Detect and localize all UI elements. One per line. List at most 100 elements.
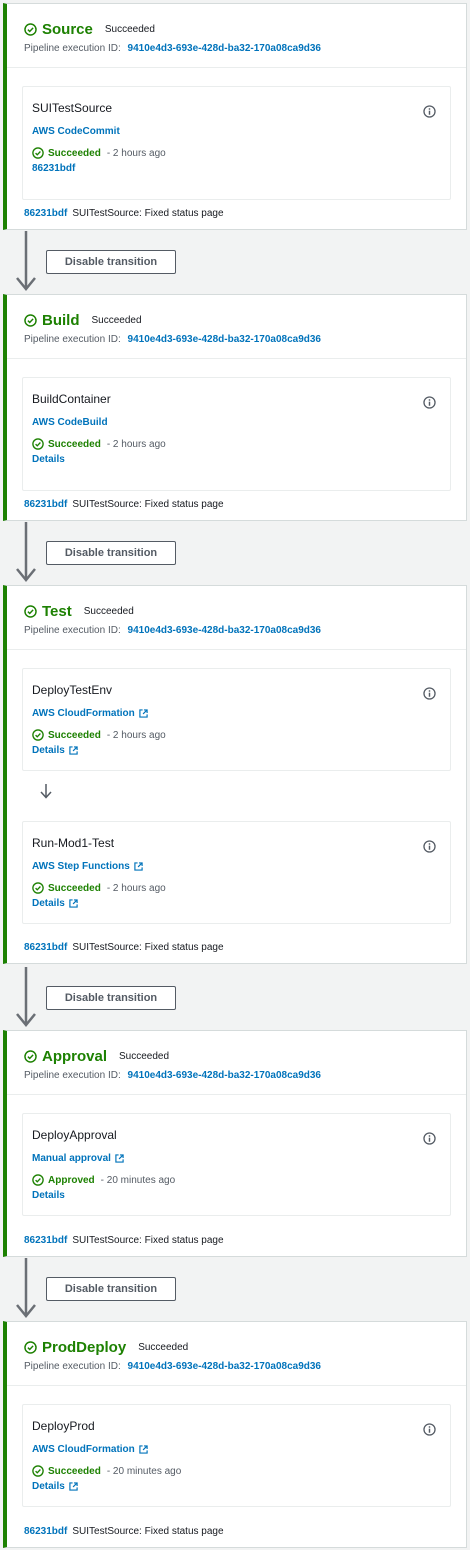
details-link[interactable]: Details <box>32 454 65 465</box>
stage-header: Source Succeeded Pipeline execution ID: … <box>7 4 466 68</box>
commit-id-link[interactable]: 86231bdf <box>24 208 67 219</box>
transition: Disable transition <box>8 231 468 291</box>
action-card: DeployProd AWS CloudFormation Succeeded … <box>22 1404 451 1507</box>
external-link-icon <box>115 1154 124 1163</box>
stage-status: Succeeded <box>119 1050 170 1062</box>
commit-message: SUITestSource: Fixed status page <box>72 942 224 953</box>
info-icon[interactable] <box>423 396 436 409</box>
action-provider-link[interactable]: AWS CloudFormation <box>32 708 135 719</box>
disable-transition-button[interactable]: Disable transition <box>46 541 176 565</box>
stage-status: Succeeded <box>83 605 134 617</box>
action-name: Run-Mod1-Test <box>32 836 115 850</box>
transition: Disable transition <box>8 967 468 1027</box>
action-time: - 2 hours ago <box>106 729 166 741</box>
stage-approval: Approval Succeeded Pipeline execution ID… <box>3 1030 467 1257</box>
stage-status: Succeeded <box>104 23 155 35</box>
action-status: Succeeded <box>48 1465 101 1477</box>
action-status: Succeeded <box>48 882 101 894</box>
disable-transition-button[interactable]: Disable transition <box>46 250 176 274</box>
action-provider-link[interactable]: Manual approval <box>32 1153 111 1164</box>
details-link[interactable]: Details <box>32 1481 65 1492</box>
stage-source: Source Succeeded Pipeline execution ID: … <box>3 3 467 230</box>
action-status: Succeeded <box>48 438 101 450</box>
commit-message: SUITestSource: Fixed status page <box>72 1235 224 1246</box>
disable-transition-button[interactable]: Disable transition <box>46 1277 176 1301</box>
external-link-icon <box>134 862 143 871</box>
stage-status: Succeeded <box>91 314 142 326</box>
action-sequence-arrow <box>22 771 451 821</box>
execution-id-row: Pipeline execution ID: 9410e4d3-693e-428… <box>24 43 466 54</box>
details-link[interactable]: Details <box>32 898 65 909</box>
info-icon[interactable] <box>423 687 436 700</box>
check-circle-icon <box>32 438 44 450</box>
action-time: - 20 minutes ago <box>106 1465 182 1477</box>
details-link[interactable]: Details <box>32 1190 65 1201</box>
external-link-icon <box>69 1482 78 1491</box>
action-time: - 20 minutes ago <box>100 1174 176 1186</box>
stage-header: ProdDeploy Succeeded Pipeline execution … <box>7 1322 466 1386</box>
stage-header: Approval Succeeded Pipeline execution ID… <box>7 1031 466 1095</box>
action-name: DeployTestEnv <box>32 683 113 697</box>
action-card: SUITestSource AWS CodeCommit Succeeded -… <box>22 86 451 200</box>
check-circle-icon <box>32 729 44 741</box>
down-arrow-icon <box>40 784 52 799</box>
check-circle-icon <box>32 882 44 894</box>
execution-id-link[interactable]: 9410e4d3-693e-428d-ba32-170a08ca9d36 <box>128 334 321 345</box>
commit-message: SUITestSource: Fixed status page <box>72 208 224 219</box>
check-circle-icon <box>32 1465 44 1477</box>
action-time: - 2 hours ago <box>106 147 166 159</box>
action-card: Run-Mod1-Test AWS Step Functions Succeed… <box>22 821 451 924</box>
check-circle-icon <box>32 1174 44 1186</box>
commit-id-link[interactable]: 86231bdf <box>24 1235 67 1246</box>
stage-header: Test Succeeded Pipeline execution ID: 94… <box>7 586 466 650</box>
action-card: BuildContainer AWS CodeBuild Succeeded -… <box>22 377 451 491</box>
action-status: Succeeded <box>48 147 101 159</box>
stage-name: Approval <box>42 1047 108 1065</box>
commit-id-link[interactable]: 86231bdf <box>24 499 67 510</box>
check-circle-icon <box>24 1340 37 1354</box>
action-provider-link[interactable]: AWS CodeCommit <box>32 126 120 137</box>
action-name: SUITestSource <box>32 101 113 115</box>
details-link[interactable]: Details <box>32 745 65 756</box>
execution-id-link[interactable]: 9410e4d3-693e-428d-ba32-170a08ca9d36 <box>128 1361 321 1372</box>
info-icon[interactable] <box>423 840 436 853</box>
down-arrow-icon <box>16 522 36 582</box>
action-card: DeployTestEnv AWS CloudFormation Succeed… <box>22 668 451 771</box>
action-provider-link[interactable]: AWS CloudFormation <box>32 1444 135 1455</box>
info-icon[interactable] <box>423 105 436 118</box>
execution-id-link[interactable]: 9410e4d3-693e-428d-ba32-170a08ca9d36 <box>128 625 321 636</box>
commit-message: SUITestSource: Fixed status page <box>72 499 224 510</box>
commit-summary: 86231bdf SUITestSource: Fixed status page <box>24 499 224 510</box>
disable-transition-button[interactable]: Disable transition <box>46 986 176 1010</box>
commit-link[interactable]: 86231bdf <box>32 163 75 174</box>
execution-id-label: Pipeline execution ID: <box>24 1070 121 1081</box>
action-provider-link[interactable]: AWS CodeBuild <box>32 417 108 428</box>
check-circle-icon <box>24 313 37 327</box>
info-icon[interactable] <box>423 1132 436 1145</box>
commit-summary: 86231bdf SUITestSource: Fixed status page <box>24 208 224 219</box>
commit-id-link[interactable]: 86231bdf <box>24 1526 67 1537</box>
execution-id-row: Pipeline execution ID: 9410e4d3-693e-428… <box>24 1070 466 1081</box>
action-status: Approved <box>48 1174 95 1186</box>
check-circle-icon <box>32 147 44 159</box>
execution-id-label: Pipeline execution ID: <box>24 1361 121 1372</box>
info-icon[interactable] <box>423 1423 436 1436</box>
action-status: Succeeded <box>48 729 101 741</box>
stage-name: ProdDeploy <box>42 1338 127 1356</box>
execution-id-link[interactable]: 9410e4d3-693e-428d-ba32-170a08ca9d36 <box>128 1070 321 1081</box>
stage-build: Build Succeeded Pipeline execution ID: 9… <box>3 294 467 521</box>
external-link-icon <box>69 746 78 755</box>
stage-status: Succeeded <box>138 1341 189 1353</box>
stage-proddeploy: ProdDeploy Succeeded Pipeline execution … <box>3 1321 467 1548</box>
down-arrow-icon <box>16 967 36 1027</box>
action-provider-link[interactable]: AWS Step Functions <box>32 861 130 872</box>
execution-id-label: Pipeline execution ID: <box>24 625 121 636</box>
commit-id-link[interactable]: 86231bdf <box>24 942 67 953</box>
execution-id-link[interactable]: 9410e4d3-693e-428d-ba32-170a08ca9d36 <box>128 43 321 54</box>
transition: Disable transition <box>8 1258 468 1318</box>
check-circle-icon <box>24 1049 37 1063</box>
execution-id-row: Pipeline execution ID: 9410e4d3-693e-428… <box>24 1361 466 1372</box>
down-arrow-icon <box>16 1258 36 1318</box>
action-name: DeployApproval <box>32 1128 117 1142</box>
execution-id-row: Pipeline execution ID: 9410e4d3-693e-428… <box>24 334 466 345</box>
